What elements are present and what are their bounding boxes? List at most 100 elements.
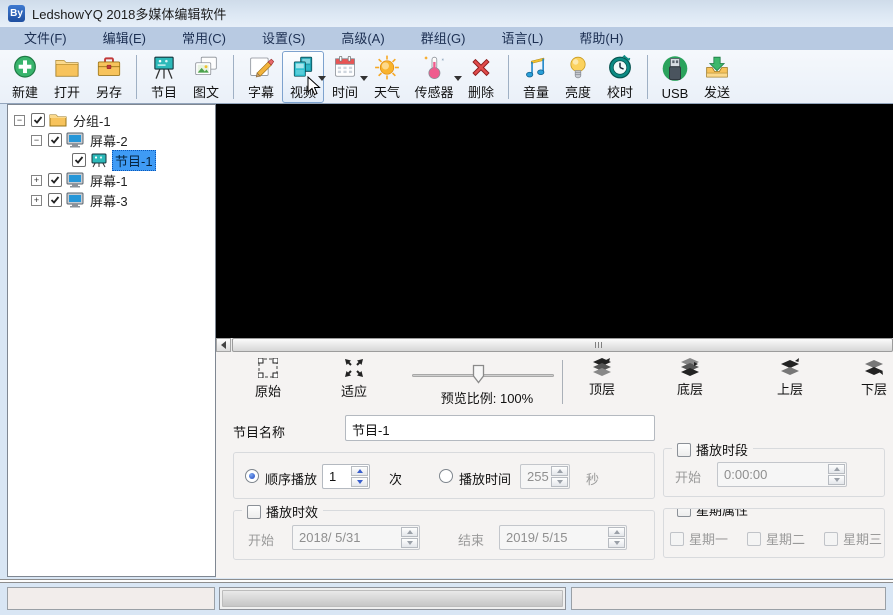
tuesday-checkbox-item[interactable]: 星期二 (747, 529, 805, 548)
folder-icon (49, 112, 67, 128)
time-button[interactable]: 时间 (324, 51, 366, 103)
menu-group[interactable]: 群组(G) (411, 27, 476, 50)
led-preview-canvas[interactable] (216, 104, 893, 338)
down-layer-button[interactable]: 下层 (852, 358, 893, 406)
program-button[interactable]: 节目 (143, 51, 185, 103)
expand-icon[interactable]: + (31, 195, 42, 206)
checkbox-checked-icon[interactable] (48, 193, 62, 207)
checkbox-checked-icon[interactable] (48, 173, 62, 187)
toolbar-separator (647, 55, 648, 99)
spin-down-button[interactable] (351, 477, 368, 487)
period-start-date-spinner[interactable]: 2018/ 5/31 (292, 525, 420, 550)
tree-item-screen-3[interactable]: + 屏幕-3 (8, 190, 215, 210)
monday-checkbox-item[interactable]: 星期一 (670, 529, 728, 548)
sequence-count-spinner[interactable]: 1 (322, 464, 370, 489)
checkbox-checked-icon[interactable] (48, 133, 62, 147)
program-easel-icon (147, 54, 181, 81)
tree-item-label-selected[interactable]: 节目-1 (112, 150, 156, 171)
spin-down-button[interactable] (828, 475, 845, 485)
delete-button[interactable]: 删除 (460, 51, 502, 103)
menu-edit[interactable]: 编辑(E) (93, 27, 156, 50)
new-icon (8, 54, 42, 81)
menu-help[interactable]: 帮助(H) (569, 27, 633, 50)
menu-advanced[interactable]: 高级(A) (331, 27, 394, 50)
spin-up-button[interactable] (828, 464, 845, 474)
slider-thumb[interactable] (472, 364, 485, 384)
play-period-checkbox[interactable] (247, 505, 261, 519)
spin-down-button[interactable] (401, 538, 418, 548)
weather-button[interactable]: 天气 (366, 51, 408, 103)
usb-button[interactable]: USB (654, 51, 696, 103)
play-timeslot-checkbox[interactable] (677, 443, 691, 457)
tree-item-label[interactable]: 屏幕-1 (88, 171, 130, 190)
button-label: 顶层 (589, 379, 615, 398)
collapse-icon[interactable]: − (14, 115, 25, 126)
monday-checkbox[interactable] (670, 532, 684, 546)
expand-icon[interactable]: + (31, 175, 42, 186)
spin-up-button[interactable] (608, 527, 625, 537)
spin-up-button[interactable] (401, 527, 418, 537)
menu-common[interactable]: 常用(C) (172, 27, 236, 50)
scroll-left-button[interactable] (216, 338, 231, 352)
send-tray-icon (700, 54, 734, 81)
wednesday-checkbox[interactable] (824, 532, 838, 546)
original-size-button[interactable]: 原始 (240, 358, 296, 406)
toolbar-label: 校时 (607, 82, 633, 101)
fit-button[interactable]: 适应 (326, 358, 382, 406)
top-layer-button[interactable]: 顶层 (574, 358, 630, 406)
tuesday-checkbox[interactable] (747, 532, 761, 546)
checkbox-checked-icon[interactable] (31, 113, 45, 127)
open-button[interactable]: 打开 (46, 51, 88, 103)
spin-down-button[interactable] (551, 477, 568, 487)
preview-horizontal-scrollbar[interactable] (216, 338, 893, 352)
tree-item-group-1[interactable]: − 分组-1 (8, 110, 215, 130)
spin-down-button[interactable] (608, 538, 625, 548)
tree-item-label[interactable]: 屏幕-2 (88, 131, 130, 150)
sensor-button[interactable]: 传感器 (408, 51, 460, 103)
bottom-layer-button[interactable]: 底层 (662, 358, 718, 406)
screen-monitor-icon (66, 172, 84, 188)
spin-up-button[interactable] (551, 466, 568, 476)
send-button[interactable]: 发送 (696, 51, 738, 103)
checkbox-checked-icon[interactable] (72, 153, 86, 167)
play-time-spinner[interactable]: 255 (520, 464, 570, 489)
toolbar-label: 时间 (332, 82, 358, 101)
spinner-value: 2018/ 5/31 (299, 526, 360, 549)
bottom-layer-icon (680, 358, 700, 376)
scrollbar-thumb[interactable] (232, 338, 893, 352)
brightness-button[interactable]: 亮度 (557, 51, 599, 103)
tree-item-screen-2[interactable]: − 屏幕-2 (8, 130, 215, 150)
tree-item-label[interactable]: 屏幕-3 (88, 191, 130, 210)
wednesday-checkbox-item[interactable]: 星期三 (824, 529, 882, 548)
image-text-button[interactable]: 图文 (185, 51, 227, 103)
period-end-date-spinner[interactable]: 2019/ 5/15 (499, 525, 627, 550)
tree-item-program-1[interactable]: 节目-1 (8, 150, 215, 170)
volume-button[interactable]: 音量 (515, 51, 557, 103)
week-property-checkbox[interactable] (677, 508, 691, 517)
time-calendar-icon (328, 54, 362, 81)
sequence-play-radio[interactable] (245, 469, 259, 483)
timeslot-start-spinner[interactable]: 0:00:00 (717, 462, 847, 487)
menu-settings[interactable]: 设置(S) (252, 27, 315, 50)
spin-up-button[interactable] (351, 466, 368, 476)
time-sync-button[interactable]: 校时 (599, 51, 641, 103)
period-start-label: 开始 (248, 530, 274, 549)
save-as-button[interactable]: 另存 (88, 51, 130, 103)
up-layer-button[interactable]: 上层 (762, 358, 818, 406)
collapse-icon[interactable]: − (31, 135, 42, 146)
status-left-panel (7, 587, 215, 610)
top-layer-icon (592, 358, 612, 376)
mouse-cursor-icon (307, 76, 321, 96)
play-time-radio[interactable] (439, 469, 453, 483)
toolbar-label: 新建 (12, 82, 38, 101)
preview-scale-slider[interactable]: 预览比例: 100% (412, 358, 562, 406)
button-label: 原始 (255, 381, 281, 400)
menu-file[interactable]: 文件(F) (14, 27, 77, 50)
video-button[interactable]: 视频 (282, 51, 324, 103)
tree-item-label[interactable]: 分组-1 (71, 111, 113, 130)
subtitle-button[interactable]: 字幕 (240, 51, 282, 103)
menu-language[interactable]: 语言(L) (491, 27, 553, 50)
new-button[interactable]: 新建 (4, 51, 46, 103)
program-name-input[interactable]: 节目-1 (345, 415, 655, 441)
tree-item-screen-1[interactable]: + 屏幕-1 (8, 170, 215, 190)
